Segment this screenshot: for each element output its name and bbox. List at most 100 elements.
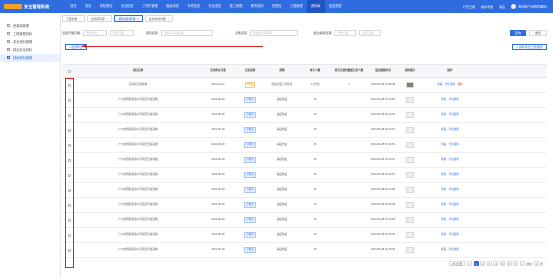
nav-item[interactable]: 风险管控 xyxy=(96,0,117,13)
tab[interactable]: 其他资料管理 × xyxy=(144,15,174,22)
image-thumbnail[interactable] xyxy=(406,187,414,193)
manual-link[interactable]: 操作手册 xyxy=(481,5,493,9)
prev-page-button[interactable]: < xyxy=(467,261,473,266)
page-button[interactable]: 7 xyxy=(513,261,519,266)
nav-item[interactable]: 工程管理 xyxy=(286,0,307,13)
avatar xyxy=(511,4,516,9)
view-link[interactable]: 查看 xyxy=(441,113,446,116)
tab[interactable]: 资源库管理 × xyxy=(86,15,113,22)
page-button[interactable]: 3 xyxy=(486,261,492,266)
tab[interactable]: 工程管理 × xyxy=(62,15,85,22)
image-thumbnail[interactable] xyxy=(406,172,414,178)
view-link[interactable]: 查看 xyxy=(441,218,446,221)
project-name-input[interactable]: 请输入项目名称 xyxy=(160,30,213,36)
page-button[interactable]: 1 xyxy=(473,261,479,266)
close-icon[interactable]: × xyxy=(107,17,109,21)
export-selected-button[interactable]: + 资料导出(已选数据) xyxy=(512,44,547,50)
tab[interactable]: 其他资料管理 × xyxy=(114,15,143,22)
export-link[interactable]: 导出资料 xyxy=(449,203,459,206)
export-link[interactable]: 导出资料 xyxy=(449,98,459,101)
export-link[interactable]: 导出资料 xyxy=(449,218,459,221)
update-start-input[interactable]: 开始日期 xyxy=(334,30,357,36)
export-link[interactable]: 导出资料 xyxy=(449,113,459,116)
export-link[interactable]: 导出资料 xyxy=(449,173,459,176)
page-button[interactable]: 4 xyxy=(493,261,499,266)
close-icon[interactable]: × xyxy=(79,17,81,21)
view-link[interactable]: 查看 xyxy=(441,143,446,146)
export-link[interactable]: 导出资料 xyxy=(449,143,459,146)
nav-item[interactable]: 检查报表 xyxy=(325,0,346,13)
table-row: 广州市国新投资公司项目合资基础 2024-06-28 小程序 病疫防疫 15 2024-0… xyxy=(62,108,547,123)
cell-actions: 查看 导出资料 xyxy=(422,198,478,212)
view-link[interactable]: 查看 xyxy=(437,83,442,86)
view-link[interactable]: 查看 xyxy=(441,158,446,161)
cell-actions: 查看 导出资料 xyxy=(422,183,478,197)
source-badge: 小程序 xyxy=(243,172,257,178)
nav-item[interactable]: 安全巡检 xyxy=(204,0,225,13)
page-size-select[interactable]: 25 条/页 xyxy=(449,261,466,266)
image-thumbnail[interactable] xyxy=(406,217,414,223)
sidebar-item[interactable]: 工程管理资料 xyxy=(0,29,60,37)
image-thumbnail[interactable] xyxy=(406,157,414,163)
nav-item[interactable]: 首页 xyxy=(81,0,96,13)
image-thumbnail[interactable] xyxy=(406,232,414,238)
column-header: 部署 xyxy=(279,69,285,73)
sidebar-item[interactable]: 其他资料管理 xyxy=(0,53,60,62)
nav-item[interactable]: 双预控 xyxy=(268,0,286,13)
export-link[interactable]: 导出资料 xyxy=(449,233,459,236)
sidebar-item[interactable]: 综合安全资料 xyxy=(0,46,60,54)
export-link[interactable]: 导出资料 xyxy=(449,188,459,191)
table-row: 广州市国新投资公司项目合资基础 2024-06-28 小程序 病疫防疫 15 2024-0… xyxy=(62,228,547,243)
next-page-button[interactable]: > xyxy=(519,261,525,266)
select-all-checkbox[interactable] xyxy=(67,69,71,73)
search-button[interactable]: 查询 xyxy=(509,30,526,36)
image-thumbnail[interactable] xyxy=(406,82,414,88)
image-thumbnail[interactable] xyxy=(406,97,414,103)
cell-source: 小程序 xyxy=(236,123,264,137)
delete-link[interactable]: 删除 xyxy=(458,83,463,86)
close-icon[interactable]: × xyxy=(168,17,170,21)
image-thumbnail[interactable] xyxy=(406,202,414,208)
nav-item[interactable]: 首页 xyxy=(66,0,81,13)
export-link[interactable]: 导出资料 xyxy=(449,128,459,131)
image-thumbnail[interactable] xyxy=(406,247,414,253)
export-link[interactable]: 导出资料 xyxy=(449,158,459,161)
messages-link[interactable]: 消息 xyxy=(499,5,505,9)
sidebar-item[interactable]: 安全资料管理 xyxy=(0,37,60,45)
update-end-input[interactable]: 结束日期 xyxy=(359,30,382,36)
nav-item[interactable]: 三同时管理 xyxy=(138,0,162,13)
user-menu[interactable]: 测试用户(系统管理员) xyxy=(511,4,547,9)
view-link[interactable]: 查看 xyxy=(441,173,446,176)
nav-item[interactable]: 隐患排查 xyxy=(162,0,183,13)
sidebar-item[interactable]: 资源库管理 xyxy=(0,21,60,29)
nav-item[interactable]: 专项检查 xyxy=(183,0,204,13)
open-dashboard-link[interactable]: 打开云屏 xyxy=(463,5,475,9)
view-link[interactable]: 查看 xyxy=(441,128,446,131)
nav-item[interactable]: 施工管理 xyxy=(225,0,246,13)
view-link[interactable]: 查看 xyxy=(441,188,446,191)
view-link[interactable]: 查看 xyxy=(441,233,446,236)
image-thumbnail[interactable] xyxy=(406,142,414,148)
cell-actions: 查看 导出资料 xyxy=(422,228,478,242)
goto-page-input[interactable]: 1 xyxy=(533,261,539,266)
reset-button[interactable]: 重置 xyxy=(528,30,547,36)
table-row: 广州市国新投资公司项目合资基础 2024-06-28 小程序 病疫防疫 15 2024-0… xyxy=(62,168,547,183)
source-select[interactable]: 请选择记录来源 xyxy=(249,30,298,36)
app-logo[interactable]: 安全管理系统 xyxy=(0,4,60,10)
date-end-input[interactable]: 结束日期 xyxy=(109,30,134,36)
close-icon[interactable]: × xyxy=(137,17,139,21)
image-thumbnail[interactable] xyxy=(406,112,414,118)
page-button[interactable]: 5 xyxy=(500,261,506,266)
nav-item[interactable]: 资料库 xyxy=(306,0,325,13)
view-link[interactable]: 查看 xyxy=(441,248,446,251)
view-link[interactable]: 查看 xyxy=(441,203,446,206)
page-button[interactable]: 6 xyxy=(506,261,512,266)
page-button[interactable]: 2 xyxy=(480,261,486,266)
nav-item[interactable]: 安全检查 xyxy=(117,0,138,13)
nav-item[interactable]: 教育培训 xyxy=(247,0,268,13)
view-link[interactable]: 查看 xyxy=(441,98,446,101)
export-link[interactable]: 导出资料 xyxy=(445,83,455,86)
export-link[interactable]: 导出资料 xyxy=(449,248,459,251)
date-start-input[interactable]: 开始日期 xyxy=(82,30,107,36)
image-thumbnail[interactable] xyxy=(406,127,414,133)
